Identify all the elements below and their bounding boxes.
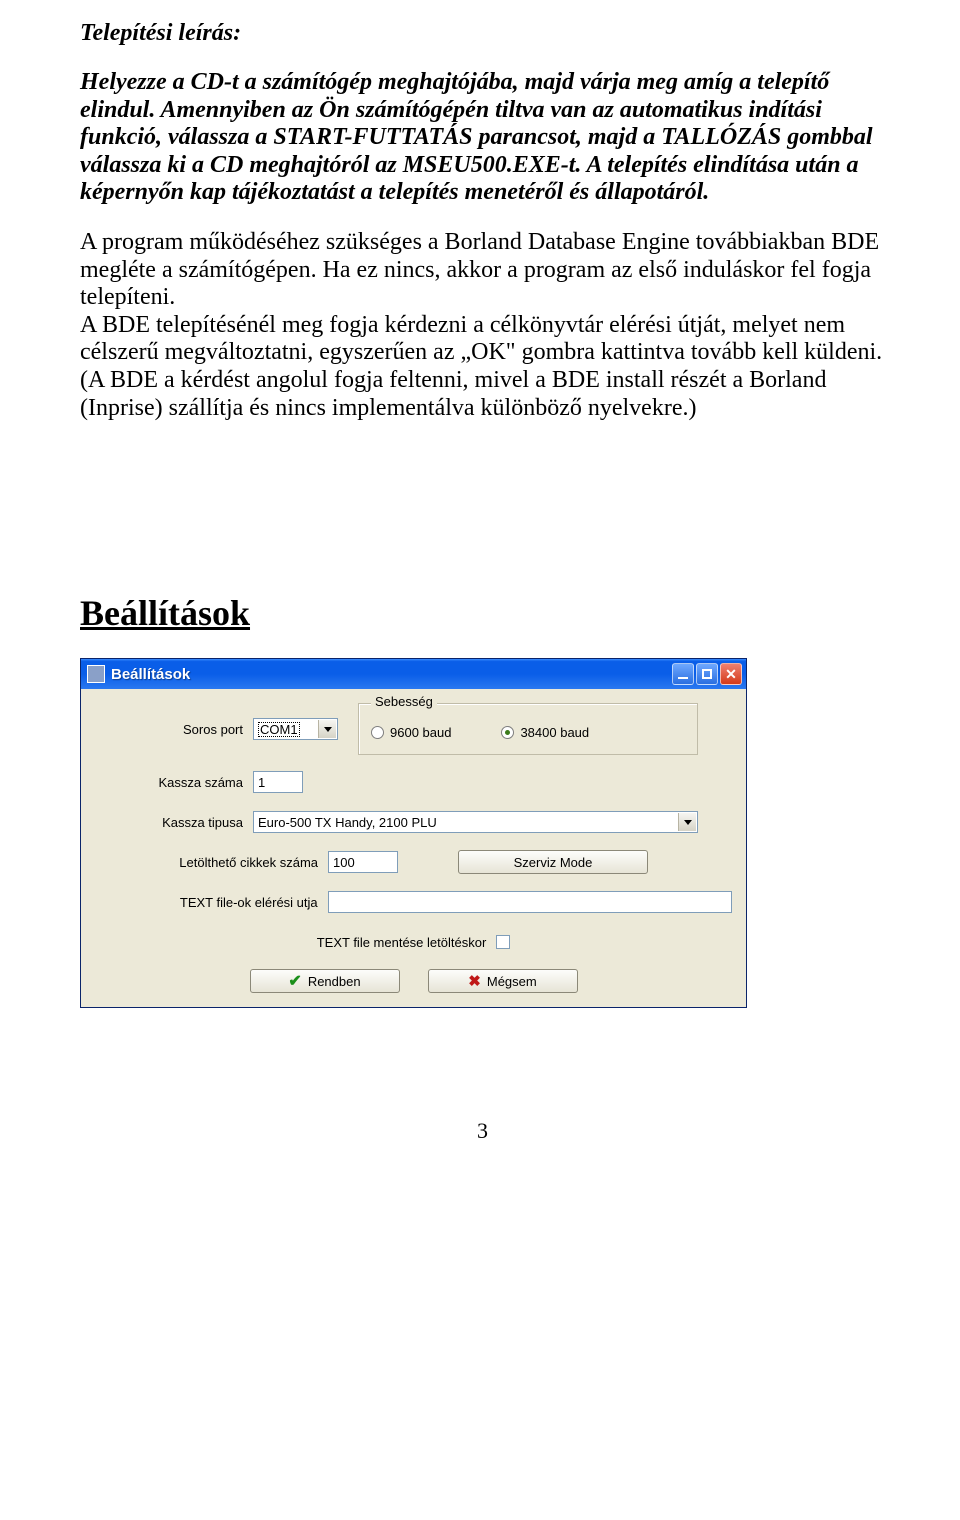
speed-groupbox: Sebesség 9600 baud 38400 baud [358,703,698,755]
serial-port-combo[interactable]: COM1 [253,718,338,740]
download-count-label: Letölthető cikkek száma [95,855,328,870]
settings-dialog: Beállítások ✕ Soros port COM1 Sebesség [80,658,747,1008]
register-type-value: Euro-500 TX Handy, 2100 PLU [258,815,437,830]
service-mode-button[interactable]: Szerviz Mode [458,850,648,874]
settings-heading: Beállítások [80,592,885,634]
chevron-down-icon[interactable] [678,813,696,831]
register-type-label: Kassza tipusa [95,815,253,830]
close-button[interactable]: ✕ [720,663,742,685]
speed-9600-label: 9600 baud [390,725,451,740]
register-type-combo[interactable]: Euro-500 TX Handy, 2100 PLU [253,811,698,833]
register-number-label: Kassza száma [95,775,253,790]
text-path-input[interactable] [328,891,732,913]
minimize-button[interactable] [672,663,694,685]
cancel-icon: ✖ [468,972,481,990]
speed-38400-label: 38400 baud [520,725,589,740]
speed-38400-radio[interactable]: 38400 baud [501,725,589,740]
serial-port-value: COM1 [258,722,300,737]
check-icon: ✔ [288,971,301,991]
close-icon: ✕ [725,666,737,683]
maximize-icon [702,669,712,679]
download-count-value: 100 [333,855,355,870]
ok-button[interactable]: ✔ Rendben [250,969,400,993]
install-paragraph-2: A program működéséhez szükséges a Borlan… [80,229,885,422]
install-paragraph-1: Helyezze a CD-t a számítógép meghajtójáb… [80,69,885,207]
text-save-checkbox[interactable] [496,935,510,949]
register-number-value: 1 [258,775,265,790]
radio-icon [371,726,384,739]
service-mode-label: Szerviz Mode [514,855,593,870]
page-number: 3 [80,1118,885,1144]
window-title: Beállítások [111,666,672,683]
text-save-label: TEXT file mentése letöltéskor [317,935,487,950]
minimize-icon [678,677,688,679]
cancel-button[interactable]: ✖ Mégsem [428,969,578,993]
maximize-button[interactable] [696,663,718,685]
download-count-input[interactable]: 100 [328,851,398,873]
register-number-input[interactable]: 1 [253,771,303,793]
ok-label: Rendben [308,974,361,989]
speed-9600-radio[interactable]: 9600 baud [371,725,451,740]
cancel-label: Mégsem [487,974,537,989]
serial-port-label: Soros port [95,722,253,737]
chevron-down-icon[interactable] [318,720,336,738]
install-title: Telepítési leírás: [80,20,885,47]
speed-legend: Sebesség [371,694,437,709]
app-icon [87,665,105,683]
text-path-label: TEXT file-ok elérési utja [95,895,328,910]
titlebar[interactable]: Beállítások ✕ [81,659,746,689]
radio-checked-icon [501,726,514,739]
